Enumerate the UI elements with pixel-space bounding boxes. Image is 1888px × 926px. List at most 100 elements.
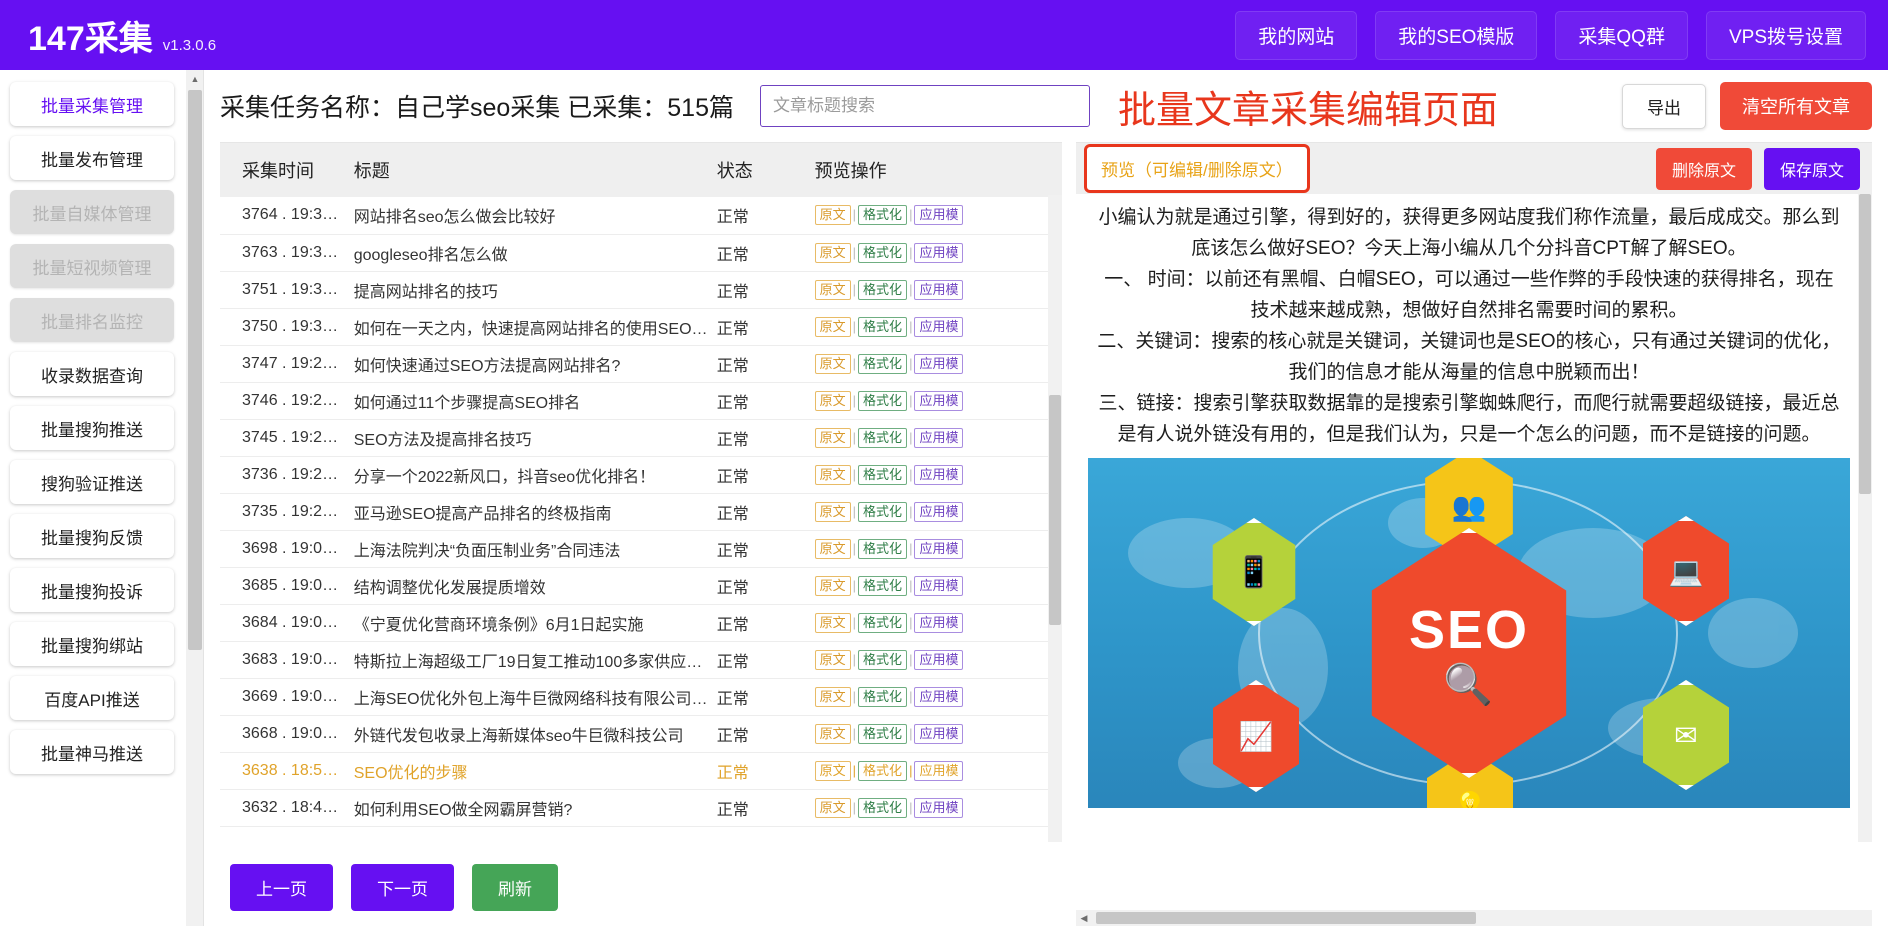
delete-original-button[interactable]: 删除原文 [1656,148,1752,190]
apply-template-link[interactable]: 应用模 [914,613,963,633]
format-link[interactable]: 格式化 [858,354,907,374]
table-row[interactable]: 3684 . 19:04:...《宁夏优化营商环境条例》6月1日起实施正常原文|… [220,604,1062,641]
scroll-thumb[interactable] [188,90,202,650]
cell-title[interactable]: 如何在一天之内，快速提高网站排名的使用SEO技巧... [346,308,717,345]
cell-title[interactable]: 提高网站排名的技巧 [346,271,717,308]
table-row[interactable]: 3698 . 19:07:...上海法院判决“负面压制业务”合同违法正常原文|格… [220,530,1062,567]
sidebar-item-5[interactable]: 收录数据查询 [10,352,174,396]
nav-vps-dial-settings[interactable]: VPS拨号设置 [1706,11,1866,60]
view-original-link[interactable]: 原文 [815,539,851,559]
view-original-link[interactable]: 原文 [815,354,851,374]
preview-body[interactable]: 小编认为就是通过引擎，得到好的，获得更多网站度我们称作流量，最后成成交。那么到底… [1076,194,1872,842]
nav-my-seo-templates[interactable]: 我的SEO模版 [1375,11,1537,60]
cell-title[interactable]: 外链代发包收录上海新媒体seo牛巨微科技公司 [346,715,717,752]
format-link[interactable]: 格式化 [858,205,907,225]
apply-template-link[interactable]: 应用模 [914,354,963,374]
cell-title[interactable]: 如何利用SEO做全网霸屏营销? [346,789,717,826]
apply-template-link[interactable]: 应用模 [914,576,963,596]
format-link[interactable]: 格式化 [858,761,907,781]
table-row[interactable]: 3763 . 19:33:...googleseo排名怎么做正常原文|格式化|应… [220,234,1062,271]
format-link[interactable]: 格式化 [858,243,907,263]
view-original-link[interactable]: 原文 [815,761,851,781]
format-link[interactable]: 格式化 [858,317,907,337]
view-original-link[interactable]: 原文 [815,724,851,744]
sidebar-item-12[interactable]: 批量神马推送 [10,730,174,774]
cell-title[interactable]: 结构调整优化发展提质增效 [346,567,717,604]
view-original-link[interactable]: 原文 [815,317,851,337]
preview-horizontal-scrollbar[interactable]: ◀ [1076,910,1872,926]
clear-all-articles-button[interactable]: 清空所有文章 [1720,82,1872,130]
table-row[interactable]: 3668 . 19:01:...外链代发包收录上海新媒体seo牛巨微科技公司正常… [220,715,1062,752]
sidebar-item-6[interactable]: 批量搜狗推送 [10,406,174,450]
apply-template-link[interactable]: 应用模 [914,650,963,670]
view-original-link[interactable]: 原文 [815,243,851,263]
view-original-link[interactable]: 原文 [815,650,851,670]
search-input[interactable] [760,85,1090,127]
format-link[interactable]: 格式化 [858,465,907,485]
previous-page-button[interactable]: 上一页 [230,864,333,911]
cell-title[interactable]: 分享一个2022新风口，抖音seo优化排名！ [346,456,717,493]
table-row[interactable]: 3683 . 19:04:...特斯拉上海超级工厂19日复工推动100多家供应商… [220,641,1062,678]
cell-title[interactable]: 特斯拉上海超级工厂19日复工推动100多家供应商协... [346,641,717,678]
format-link[interactable]: 格式化 [858,650,907,670]
format-link[interactable]: 格式化 [858,798,907,818]
view-original-link[interactable]: 原文 [815,391,851,411]
view-original-link[interactable]: 原文 [815,798,851,818]
apply-template-link[interactable]: 应用模 [914,428,963,448]
table-row[interactable]: 3747 . 19:28:...如何快速通过SEO方法提高网站排名?正常原文|格… [220,345,1062,382]
table-row[interactable]: 3746 . 19:28:...如何通过11个步骤提高SEO排名正常原文|格式化… [220,382,1062,419]
cell-title[interactable]: 上海法院判决“负面压制业务”合同违法 [346,530,717,567]
format-link[interactable]: 格式化 [858,502,907,522]
cell-title[interactable]: 如何通过11个步骤提高SEO排名 [346,382,717,419]
preview-article-text[interactable]: 小编认为就是通过引擎，得到好的，获得更多网站度我们称作流量，最后成成交。那么到底… [1086,202,1852,450]
cell-title[interactable]: 《宁夏优化营商环境条例》6月1日起实施 [346,604,717,641]
apply-template-link[interactable]: 应用模 [914,539,963,559]
list-vertical-scrollbar[interactable] [1048,195,1062,842]
view-original-link[interactable]: 原文 [815,280,851,300]
sidebar-item-8[interactable]: 批量搜狗反馈 [10,514,174,558]
apply-template-link[interactable]: 应用模 [914,761,963,781]
apply-template-link[interactable]: 应用模 [914,280,963,300]
refresh-button[interactable]: 刷新 [472,864,558,911]
apply-template-link[interactable]: 应用模 [914,243,963,263]
format-link[interactable]: 格式化 [858,428,907,448]
format-link[interactable]: 格式化 [858,280,907,300]
table-row[interactable]: 3764 . 19:33:...网站排名seo怎么做会比较好正常原文|格式化|应… [220,197,1062,234]
table-row[interactable]: 3669 . 19:01:...上海SEO优化外包上海牛巨微网络科技有限公司站群… [220,678,1062,715]
scroll-up-arrow-icon[interactable]: ▲ [186,70,204,88]
apply-template-link[interactable]: 应用模 [914,205,963,225]
view-original-link[interactable]: 原文 [815,465,851,485]
sidebar-item-9[interactable]: 批量搜狗投诉 [10,568,174,612]
format-link[interactable]: 格式化 [858,391,907,411]
view-original-link[interactable]: 原文 [815,205,851,225]
preview-scroll-thumb[interactable] [1859,194,1871,494]
sidebar-item-1[interactable]: 批量发布管理 [10,136,174,180]
table-row[interactable]: 3745 . 19:27:...SEO方法及提高排名技巧正常原文|格式化|应用模 [220,419,1062,456]
table-row[interactable]: 3632 . 18:48:...如何利用SEO做全网霸屏营销?正常原文|格式化|… [220,789,1062,826]
sidebar-item-11[interactable]: 百度API推送 [10,676,174,720]
cell-title[interactable]: SEO优化的步骤 [346,752,717,789]
cell-title[interactable]: 如何快速通过SEO方法提高网站排名? [346,345,717,382]
apply-template-link[interactable]: 应用模 [914,502,963,522]
format-link[interactable]: 格式化 [858,576,907,596]
nav-my-sites[interactable]: 我的网站 [1235,11,1357,60]
apply-template-link[interactable]: 应用模 [914,317,963,337]
table-row[interactable]: 3736 . 19:24:...分享一个2022新风口，抖音seo优化排名！正常… [220,456,1062,493]
frame-vertical-scrollbar[interactable]: ▲ [186,70,204,926]
save-original-button[interactable]: 保存原文 [1764,148,1860,190]
next-page-button[interactable]: 下一页 [351,864,454,911]
list-scroll-thumb[interactable] [1049,395,1061,625]
preview-vertical-scrollbar[interactable] [1858,194,1872,842]
nav-collection-qq-group[interactable]: 采集QQ群 [1555,11,1688,60]
table-row[interactable]: 3751 . 19:30:...提高网站排名的技巧正常原文|格式化|应用模 [220,271,1062,308]
export-button[interactable]: 导出 [1622,84,1706,129]
table-row[interactable]: 3750 . 19:30:...如何在一天之内，快速提高网站排名的使用SEO技巧… [220,308,1062,345]
format-link[interactable]: 格式化 [858,687,907,707]
format-link[interactable]: 格式化 [858,724,907,744]
preview-hscroll-thumb[interactable] [1096,912,1476,924]
scroll-left-arrow-icon[interactable]: ◀ [1076,913,1092,924]
sidebar-item-0[interactable]: 批量采集管理 [10,82,174,126]
view-original-link[interactable]: 原文 [815,576,851,596]
view-original-link[interactable]: 原文 [815,687,851,707]
format-link[interactable]: 格式化 [858,539,907,559]
